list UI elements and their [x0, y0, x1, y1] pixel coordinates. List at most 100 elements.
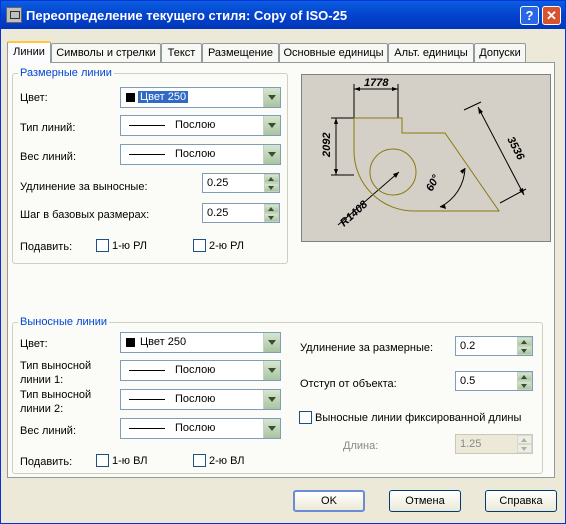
tab-primary-units[interactable]: Основные единицы — [279, 43, 388, 62]
ext-linetype2-value: Послою — [175, 393, 216, 405]
fixed-length-checkbox[interactable] — [299, 411, 312, 424]
spin-up-icon[interactable] — [517, 372, 532, 381]
chevron-down-icon[interactable] — [263, 88, 280, 107]
chevron-down-icon[interactable] — [263, 145, 280, 164]
title-bar: Переопределение текущего стиля: Copy of … — [1, 1, 565, 29]
dim-suppress-1-checkbox[interactable] — [96, 239, 109, 252]
spin-down-icon — [517, 444, 532, 453]
chevron-down-icon[interactable] — [263, 390, 280, 409]
dim-linetype-combo[interactable]: Послою — [120, 115, 281, 136]
chevron-down-icon[interactable] — [263, 361, 280, 380]
ext-color-label: Цвет: — [20, 338, 48, 350]
dim-extend-spinner[interactable]: 0.25 — [202, 173, 280, 193]
chevron-down-icon[interactable] — [263, 419, 280, 438]
dim-left-text: 2092 — [321, 133, 333, 158]
ext-linetype2-label-a: Тип выносной — [20, 389, 92, 401]
ext-linetype1-combo[interactable]: Послою — [120, 360, 281, 381]
tab-text[interactable]: Текст — [161, 43, 202, 62]
spin-down-icon[interactable] — [264, 183, 279, 192]
dim-linetype-label: Тип линий: — [20, 122, 76, 134]
dim-suppress-1-label: 1-ю РЛ — [112, 240, 148, 252]
dim-lines-title: Размерные линии — [18, 67, 114, 79]
ext-suppress-2-checkbox[interactable] — [193, 454, 206, 467]
app-icon — [6, 7, 22, 23]
dim-color-label: Цвет: — [20, 92, 48, 104]
ext-linetype1-value: Послою — [175, 364, 216, 376]
ext-suppress-2-label: 2-ю ВЛ — [209, 455, 245, 467]
part-outline — [353, 117, 500, 212]
spin-up-icon[interactable] — [264, 204, 279, 213]
line-sample — [129, 154, 165, 155]
spin-up-icon — [517, 435, 532, 444]
length-spinner[interactable]: 1.25 — [455, 434, 533, 454]
dim-extend-value: 0.25 — [207, 177, 229, 189]
dim-suppress-2-checkbox[interactable] — [193, 239, 206, 252]
dialog-window: Переопределение текущего стиля: Copy of … — [0, 0, 566, 524]
window-title: Переопределение текущего стиля: Copy of … — [26, 8, 348, 23]
preview-panel: 1778 2092 3536 60° R1408 — [301, 74, 551, 242]
tab-tolerances[interactable]: Допуски — [474, 43, 526, 62]
ext-offset-label: Отступ от объекта: — [300, 378, 397, 390]
ext-lineweight-label: Вес линий: — [20, 425, 76, 437]
ext-linetype1-label-b: линии 1: — [20, 374, 64, 386]
ext-color-value: Цвет 250 — [140, 336, 187, 348]
tab-lines[interactable]: Линии — [7, 41, 51, 63]
tab-symbols-arrows[interactable]: Символы и стрелки — [51, 43, 161, 62]
spin-down-icon[interactable] — [517, 346, 532, 355]
ext-lineweight-value: Послою — [175, 422, 216, 434]
tab-fit[interactable]: Размещение — [202, 43, 279, 62]
dim-baseline-spinner[interactable]: 0.25 — [202, 203, 280, 223]
ok-button[interactable]: OK — [293, 490, 365, 512]
ext-extend-value: 0.2 — [460, 340, 476, 352]
help-title-button[interactable]: ? — [520, 6, 539, 25]
ext-lines-title: Выносные линии — [18, 316, 110, 328]
length-label: Длина: — [343, 440, 379, 452]
ext-linetype1-label-a: Тип выносной — [20, 360, 92, 372]
dim-extend-label: Удлинение за выносные: — [20, 181, 148, 193]
spin-down-icon[interactable] — [517, 381, 532, 390]
line-sample — [129, 428, 165, 429]
spin-up-icon[interactable] — [517, 337, 532, 346]
ext-linetype2-label-b: линии 2: — [20, 403, 64, 415]
part-hole — [369, 148, 417, 196]
dim-top-text: 1778 — [364, 77, 389, 89]
chevron-down-icon[interactable] — [263, 333, 280, 352]
ext-offset-spinner[interactable]: 0.5 — [455, 371, 533, 391]
line-sample — [129, 399, 165, 400]
color-swatch — [126, 93, 135, 102]
ext-suppress-1-checkbox[interactable] — [96, 454, 109, 467]
line-sample — [129, 125, 165, 126]
spin-up-icon[interactable] — [264, 174, 279, 183]
angle-arc — [439, 167, 466, 208]
ext-linetype2-combo[interactable]: Послою — [120, 389, 281, 410]
help-button[interactable]: Справка — [485, 490, 557, 512]
ext-suppress-label: Подавить: — [20, 456, 73, 468]
ext-suppress-1-label: 1-ю ВЛ — [112, 455, 148, 467]
ext-extend-label: Удлинение за размерные: — [300, 342, 434, 354]
ext-offset-value: 0.5 — [460, 375, 476, 387]
fixed-length-label: Выносные линии фиксированной длины — [315, 412, 522, 424]
dim-color-combo[interactable]: Цвет 250 — [120, 87, 281, 108]
chevron-down-icon[interactable] — [263, 116, 280, 135]
dim-suppress-label: Подавить: — [20, 241, 73, 253]
tab-alt-units[interactable]: Альт. единицы — [388, 43, 474, 62]
dim-baseline-value: 0.25 — [207, 207, 229, 219]
dim-baseline-label: Шаг в базовых размерах: — [20, 209, 150, 221]
dim-color-value: Цвет 250 — [138, 91, 189, 103]
length-value: 1.25 — [460, 438, 482, 450]
dim-suppress-2-label: 2-ю РЛ — [209, 240, 245, 252]
ext-lineweight-combo[interactable]: Послою — [120, 418, 281, 439]
line-sample — [129, 370, 165, 371]
angle-text: 60° — [424, 173, 443, 194]
dim-diag-text: 3536 — [504, 135, 526, 163]
radius-text: R1408 — [338, 198, 371, 229]
preview-drawing: 1778 2092 3536 60° R1408 — [321, 77, 527, 229]
ext-color-combo[interactable]: Цвет 250 — [120, 332, 281, 353]
cancel-button[interactable]: Отмена — [389, 490, 461, 512]
dim-lineweight-label: Вес линий: — [20, 151, 76, 163]
spin-down-icon[interactable] — [264, 213, 279, 222]
close-button[interactable]: ✕ — [542, 6, 561, 25]
dim-lineweight-value: Послою — [175, 148, 216, 160]
dim-lineweight-combo[interactable]: Послою — [120, 144, 281, 165]
ext-extend-spinner[interactable]: 0.2 — [455, 336, 533, 356]
